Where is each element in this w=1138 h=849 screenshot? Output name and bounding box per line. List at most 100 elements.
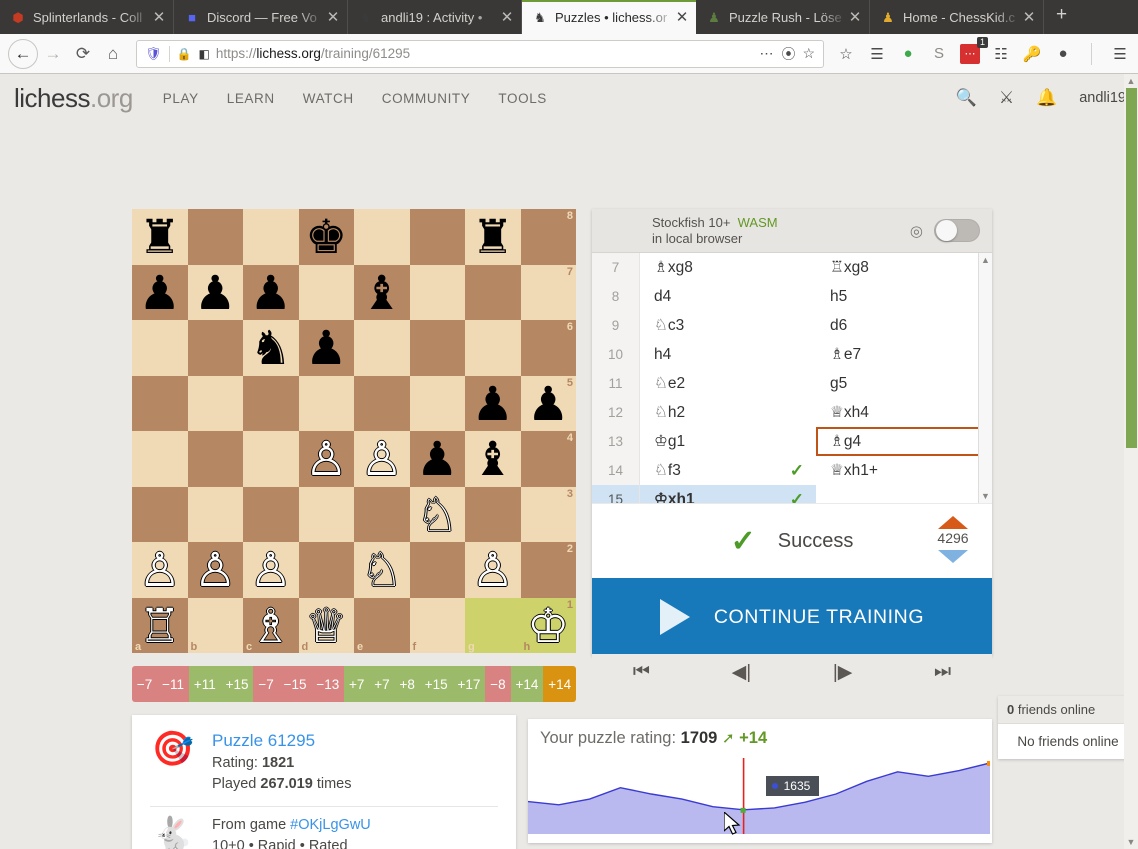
- board-square-e3[interactable]: [354, 486, 410, 542]
- eval-segment-12[interactable]: −8: [485, 666, 511, 702]
- eval-segment-10[interactable]: +15: [419, 666, 453, 702]
- browser-tab-0[interactable]: ⬢ Splinterlands - Coll ✕: [0, 0, 174, 34]
- board-square-g7[interactable]: [465, 264, 521, 320]
- page-scroll-thumb[interactable]: [1126, 88, 1137, 448]
- board-square-d2[interactable]: [298, 542, 354, 598]
- browser-tab-5[interactable]: ♟ Home - ChessKid.c ✕: [870, 0, 1044, 34]
- board-square-d8[interactable]: ♚: [298, 209, 354, 265]
- browser-tab-2[interactable]: ♞ andli19 : Activity • ✕: [348, 0, 522, 34]
- chess-board-container[interactable]: ♜ ♚ ♜ 8 ♟ ♟ ♟ ♝ 7 ♞ ♟ 6 ♟ ♟ 5 ♙ ♙ ♟ ♝ 4 ♘ 3 ♙ ♙ ♙ ♘ ♙ 2 ♖ a b ♗ c ♕ d e f g ♔ 1…: [132, 209, 576, 653]
- rating-chart-svg[interactable]: [528, 752, 992, 834]
- continue-training-button[interactable]: CONTINUE TRAINING: [592, 578, 992, 656]
- board-square-a1[interactable]: ♖ a: [132, 597, 188, 653]
- board-square-d7[interactable]: [298, 264, 354, 320]
- board-square-d6[interactable]: ♟: [298, 320, 354, 376]
- nav-item-community[interactable]: COMMUNITY: [382, 91, 471, 106]
- chess-piece-g4[interactable]: ♝: [472, 435, 514, 482]
- board-square-d4[interactable]: ♙: [298, 431, 354, 487]
- board-square-g2[interactable]: ♙: [465, 542, 521, 598]
- board-square-f8[interactable]: [409, 209, 465, 265]
- board-square-h1[interactable]: ♔ 1 h: [520, 597, 576, 653]
- board-square-g8[interactable]: ♜: [465, 209, 521, 265]
- move-10-white[interactable]: h4: [640, 340, 816, 369]
- previous-move-button[interactable]: ◀|: [732, 661, 752, 684]
- close-icon[interactable]: ✕: [1021, 8, 1037, 26]
- back-button[interactable]: ←: [8, 38, 38, 69]
- scroll-up-arrow-icon[interactable]: ▲: [1124, 74, 1138, 88]
- chess-piece-g5[interactable]: ♟: [472, 380, 514, 427]
- move-9-black[interactable]: d6: [816, 311, 992, 340]
- nav-item-watch[interactable]: WATCH: [303, 91, 354, 106]
- eval-segment-3[interactable]: +15: [220, 666, 254, 702]
- board-square-b3[interactable]: [187, 486, 243, 542]
- engine-toggle[interactable]: [934, 219, 980, 242]
- chess-piece-a7[interactable]: ♟: [139, 269, 181, 316]
- game-id-link[interactable]: #OKjLgGwU: [290, 817, 371, 833]
- forward-button[interactable]: →: [38, 39, 68, 69]
- page-actions-icon[interactable]: ⋯: [759, 45, 774, 62]
- board-square-e6[interactable]: [354, 320, 410, 376]
- board-square-g1[interactable]: g: [465, 597, 521, 653]
- board-square-c6[interactable]: ♞: [243, 320, 299, 376]
- page-scrollbar[interactable]: ▲ ▼: [1124, 74, 1138, 849]
- puzzle-title-link[interactable]: Puzzle 61295: [212, 729, 351, 753]
- board-square-f2[interactable]: [409, 542, 465, 598]
- upvote-triangle-icon[interactable]: [938, 516, 968, 529]
- board-square-a2[interactable]: ♙: [132, 542, 188, 598]
- eval-segment-11[interactable]: +17: [452, 666, 486, 702]
- nav-item-learn[interactable]: LEARN: [227, 91, 275, 106]
- scroll-up-arrow-icon[interactable]: ▲: [979, 253, 992, 267]
- chess-piece-c6[interactable]: ♞: [250, 324, 292, 371]
- s-extension-icon[interactable]: S: [929, 44, 949, 64]
- bitwarden-icon[interactable]: ●: [898, 44, 918, 64]
- close-icon[interactable]: ✕: [674, 8, 690, 26]
- move-14-black[interactable]: ♕xh1+: [816, 456, 992, 485]
- eval-segment-9[interactable]: +8: [394, 666, 420, 702]
- pocket-icon[interactable]: ⦿: [781, 44, 795, 64]
- board-square-g6[interactable]: [465, 320, 521, 376]
- eval-segment-13[interactable]: +14: [510, 666, 544, 702]
- chess-piece-e2[interactable]: ♘: [361, 546, 403, 593]
- board-square-h8[interactable]: 8: [520, 209, 576, 265]
- move-list[interactable]: 7 ♗xg8 ♖xg8 8 d4 h5 9 ♘c3 d6 10 h4 ♗e7 11 ♘e2 g5 12 ♘h2 ♕…: [592, 253, 992, 503]
- move-15-white[interactable]: ♔xh1 ✓: [640, 485, 816, 503]
- move-13-black[interactable]: ♗g4: [816, 427, 992, 456]
- board-square-g4[interactable]: ♝: [465, 431, 521, 487]
- board-square-c3[interactable]: [243, 486, 299, 542]
- reload-button[interactable]: ⟳: [68, 39, 98, 69]
- search-icon[interactable]: 🔍: [956, 88, 977, 108]
- chess-piece-f3[interactable]: ♘: [416, 491, 458, 538]
- chess-piece-d4[interactable]: ♙: [305, 435, 347, 482]
- eval-segment-0[interactable]: −7: [132, 666, 158, 702]
- permissions-icon[interactable]: ◧: [198, 47, 209, 61]
- board-square-f4[interactable]: ♟: [409, 431, 465, 487]
- close-icon[interactable]: ✕: [499, 8, 515, 26]
- eval-segment-1[interactable]: −11: [157, 666, 189, 702]
- menu-icon[interactable]: ☰: [1110, 44, 1130, 64]
- nav-item-tools[interactable]: TOOLS: [498, 91, 547, 106]
- chess-piece-c1[interactable]: ♗: [250, 602, 292, 649]
- chess-piece-g8[interactable]: ♜: [472, 213, 514, 260]
- chess-piece-c2[interactable]: ♙: [250, 546, 292, 593]
- board-square-g5[interactable]: ♟: [465, 375, 521, 431]
- bookmark-star-icon[interactable]: ☆: [802, 45, 815, 62]
- move-list-scrollbar[interactable]: ▲ ▼: [978, 253, 992, 503]
- board-square-f3[interactable]: ♘: [409, 486, 465, 542]
- move-11-white[interactable]: ♘e2: [640, 369, 816, 398]
- chess-piece-f4[interactable]: ♟: [416, 435, 458, 482]
- board-square-a3[interactable]: [132, 486, 188, 542]
- chess-piece-a8[interactable]: ♜: [139, 213, 181, 260]
- board-square-h6[interactable]: 6: [520, 320, 576, 376]
- browser-tab-3[interactable]: ♞ Puzzles • lichess.or ✕: [522, 0, 696, 34]
- scroll-down-arrow-icon[interactable]: ▼: [979, 489, 992, 503]
- bell-icon[interactable]: 🔔: [1036, 88, 1057, 108]
- board-square-f7[interactable]: [409, 264, 465, 320]
- board-square-f5[interactable]: [409, 375, 465, 431]
- board-square-c8[interactable]: [243, 209, 299, 265]
- chess-piece-h5[interactable]: ♟: [527, 380, 569, 427]
- move-8-white[interactable]: d4: [640, 282, 816, 311]
- move-11-black[interactable]: g5: [816, 369, 992, 398]
- close-icon[interactable]: ✕: [847, 8, 863, 26]
- board-square-g3[interactable]: [465, 486, 521, 542]
- eval-segment-5[interactable]: −15: [278, 666, 312, 702]
